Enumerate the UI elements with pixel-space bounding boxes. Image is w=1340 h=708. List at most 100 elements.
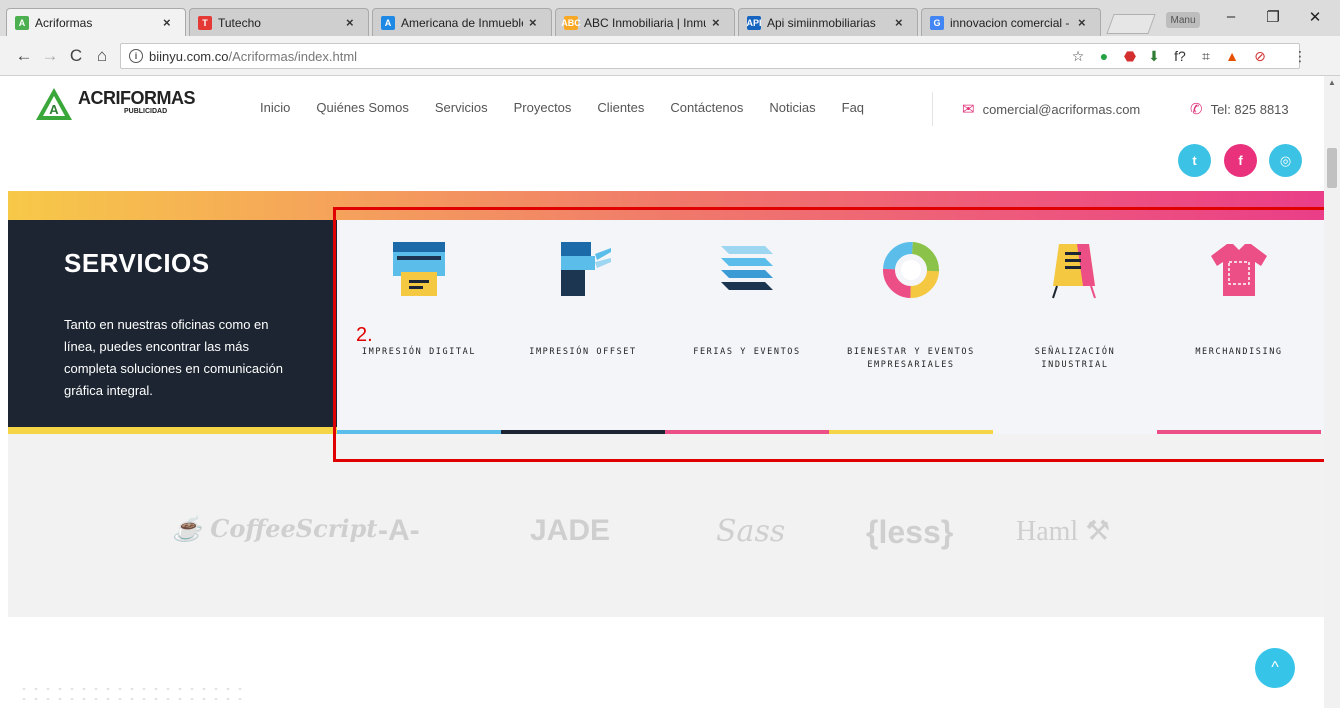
- technology-logos-strip: ☕ CoffeeScript -A- JADE Sass {less} Haml…: [8, 434, 1324, 617]
- tech-logo-less: {less}: [866, 514, 954, 550]
- tech-logo-sass: Sass: [716, 514, 786, 549]
- menu-item-inicio[interactable]: Inicio: [260, 100, 290, 115]
- logo-name: ACRIFORMAS: [78, 88, 196, 108]
- instagram-icon: ◎: [1279, 152, 1292, 168]
- services-grid: IMPRESIÓN DIGITAL IMPRESIÓN OFFSET FERIA…: [337, 220, 1324, 434]
- tab-favicon-icon: G: [930, 15, 944, 30]
- sign-board-icon: [1052, 244, 1096, 299]
- service-label: BIENESTAR Y EVENTOS EMPRESARIALES: [847, 347, 975, 370]
- back-to-top-button[interactable]: ^: [1255, 648, 1295, 688]
- whatsapp-extension-icon[interactable]: ●: [1094, 46, 1114, 66]
- tech-logo-haml: Haml ⚒: [1016, 514, 1110, 548]
- new-tab-button[interactable]: [1106, 14, 1156, 34]
- gradient-band: [8, 191, 1324, 220]
- maximize-button[interactable]: ❐: [1260, 8, 1286, 26]
- forward-button[interactable]: →: [40, 46, 60, 66]
- tab-favicon-icon: A: [381, 15, 395, 30]
- acriformas-logo[interactable]: A ACRIFORMAS PUBLICIDAD: [30, 82, 210, 126]
- block-extension-icon[interactable]: ⊘: [1250, 46, 1270, 66]
- tech-logo-label: CoffeeScript: [210, 514, 378, 543]
- minimize-button[interactable]: –: [1218, 8, 1244, 25]
- scrollbar-thumb[interactable]: [1327, 148, 1337, 188]
- site-header: A ACRIFORMAS PUBLICIDAD Inicio Quiénes So…: [0, 76, 1324, 191]
- panel-accent-bar: [8, 427, 337, 434]
- adblock-extension-icon[interactable]: ⬣: [1120, 46, 1140, 66]
- menu-dots-icon[interactable]: ⋮: [1290, 46, 1310, 66]
- twitter-button[interactable]: t: [1178, 144, 1211, 177]
- menu-item-faq[interactable]: Faq: [842, 100, 864, 115]
- url-host: biinyu.com.co: [149, 48, 229, 64]
- menu-item-clientes[interactable]: Clientes: [597, 100, 644, 115]
- instagram-button[interactable]: ◎: [1269, 144, 1302, 177]
- site-info-icon[interactable]: i: [129, 49, 143, 63]
- scroll-up-arrow-icon[interactable]: ▲: [1328, 78, 1336, 87]
- tab-close-icon[interactable]: ×: [895, 15, 909, 30]
- page-scrollbar[interactable]: ▲: [1324, 76, 1340, 708]
- service-label: IMPRESIÓN OFFSET: [529, 347, 637, 357]
- tab-favicon-icon: T: [198, 15, 212, 30]
- service-label: SEÑALIZACIÓN INDUSTRIAL: [1034, 347, 1116, 370]
- tab-title: innovacion comercial - I: [950, 15, 1072, 30]
- offset-press-icon: [561, 242, 611, 296]
- tab-close-icon[interactable]: ×: [712, 15, 726, 30]
- service-merchandising[interactable]: MERCHANDISING: [1157, 220, 1321, 434]
- brush-extension-icon[interactable]: ▲: [1222, 46, 1242, 66]
- tab-title: Api simiinmobiliarias: [767, 15, 876, 30]
- service-ferias-eventos[interactable]: FERIAS Y EVENTOS: [665, 220, 829, 434]
- coffee-cup-icon: ☕: [172, 514, 202, 543]
- service-senalizacion-industrial[interactable]: SEÑALIZACIÓN INDUSTRIAL: [993, 220, 1157, 434]
- service-bienestar-eventos[interactable]: BIENESTAR Y EVENTOS EMPRESARIALES: [829, 220, 993, 434]
- bookmark-star-icon[interactable]: ☆: [1068, 46, 1088, 66]
- download-extension-icon[interactable]: ⬇: [1144, 46, 1164, 66]
- menu-item-contactenos[interactable]: Contáctenos: [670, 100, 743, 115]
- font-extension-icon[interactable]: f?: [1170, 46, 1190, 66]
- main-menu: Inicio Quiénes Somos Servicios Proyectos Cli…: [260, 100, 890, 115]
- tab-favicon-icon: API: [746, 15, 762, 30]
- layers-icon: [721, 246, 773, 290]
- close-window-button[interactable]: ✕: [1302, 8, 1328, 26]
- tab-title: Tutecho: [218, 15, 261, 30]
- service-impresion-offset[interactable]: IMPRESIÓN OFFSET: [501, 220, 665, 434]
- service-label: FERIAS Y EVENTOS: [693, 347, 801, 357]
- annotation-label: 2.: [356, 324, 373, 346]
- svg-text:A: A: [49, 102, 59, 117]
- email-text: comercial@acriformas.com: [982, 101, 1141, 117]
- tab-close-icon[interactable]: ×: [346, 15, 360, 30]
- tab-close-icon[interactable]: ×: [163, 15, 177, 30]
- service-label: MERCHANDISING: [1195, 347, 1283, 357]
- logo-mark-icon: A: [36, 88, 72, 120]
- menu-item-proyectos[interactable]: Proyectos: [514, 100, 572, 115]
- tab-title: ABC Inmobiliaria | Inmu: [584, 15, 706, 30]
- decorative-dots: [18, 684, 248, 704]
- phone-contact[interactable]: ✆ Tel: 825 8813: [1190, 100, 1289, 118]
- tech-logo-label: Haml: [1016, 516, 1079, 547]
- tab-favicon-icon: A: [15, 15, 29, 30]
- screenshot-extension-icon[interactable]: ⌗: [1196, 46, 1216, 66]
- menu-item-noticias[interactable]: Noticias: [769, 100, 815, 115]
- browser-tab[interactable]: API Api simiinmobiliarias ×: [738, 8, 918, 36]
- tech-logo-jade: JADE: [530, 514, 611, 547]
- facebook-icon: f: [1238, 153, 1243, 168]
- browser-tab[interactable]: T Tutecho ×: [189, 8, 369, 36]
- tab-close-icon[interactable]: ×: [529, 15, 543, 30]
- email-contact[interactable]: ✉ comercial@acriformas.com: [962, 100, 1140, 118]
- services-description: Tanto en nuestras oficinas como en línea…: [64, 317, 283, 398]
- home-button[interactable]: ⌂: [92, 46, 112, 66]
- address-toolbar: ← → C ⌂ i biinyu.com.co/Acriformas/index…: [0, 36, 1340, 76]
- menu-item-quienes-somos[interactable]: Quiénes Somos: [316, 100, 409, 115]
- back-button[interactable]: ←: [14, 46, 34, 66]
- browser-tab[interactable]: A Acriformas ×: [6, 8, 186, 36]
- tshirt-icon: [1211, 244, 1267, 296]
- menu-item-servicios[interactable]: Servicios: [435, 100, 488, 115]
- browser-tab[interactable]: Ginnovacion comercial - I ×: [921, 8, 1101, 36]
- tab-close-icon[interactable]: ×: [1078, 15, 1092, 30]
- profile-badge[interactable]: Manu: [1166, 12, 1200, 28]
- tech-logo-coffeescript: ☕ CoffeeScript: [172, 514, 377, 543]
- phone-icon: ✆: [1190, 101, 1203, 118]
- phone-text: Tel: 825 8813: [1210, 101, 1289, 117]
- facebook-button[interactable]: f: [1224, 144, 1257, 177]
- browser-tab[interactable]: ABC ABC Inmobiliaria | Inmu ×: [555, 8, 735, 36]
- reload-button[interactable]: C: [66, 46, 86, 66]
- browser-tab[interactable]: A Americana de Inmueble ×: [372, 8, 552, 36]
- printer-icon: [393, 242, 445, 296]
